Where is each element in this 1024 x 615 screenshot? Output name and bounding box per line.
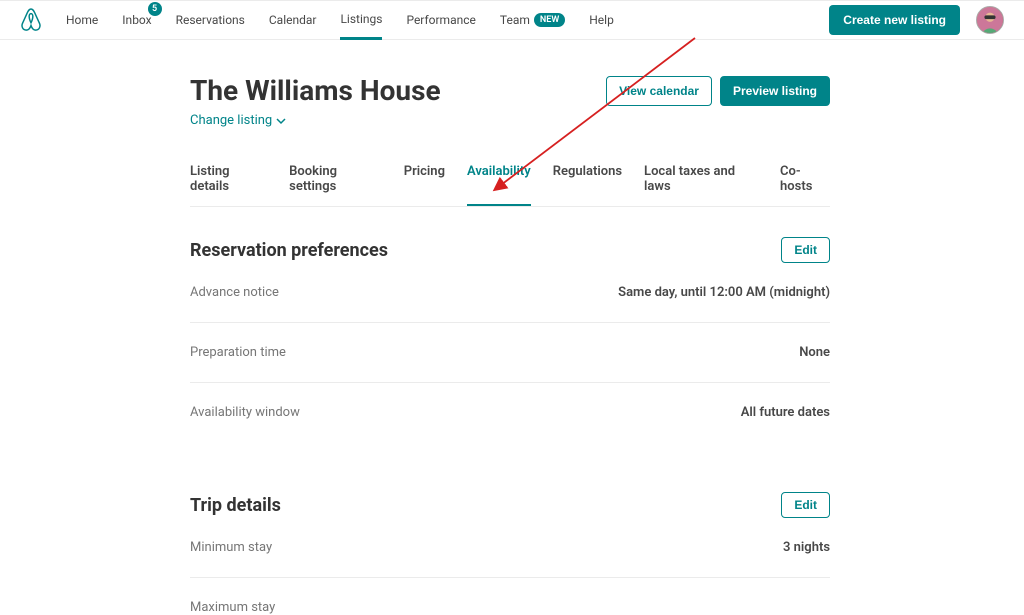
tab-local-taxes[interactable]: Local taxes and laws [644, 164, 758, 206]
trip-details-title: Trip details [190, 495, 281, 516]
nav-calendar[interactable]: Calendar [269, 0, 317, 40]
advance-notice-row: Advance notice Same day, until 12:00 AM … [190, 263, 830, 323]
tab-regulations[interactable]: Regulations [553, 164, 622, 206]
tab-booking-settings[interactable]: Booking settings [289, 164, 382, 206]
chevron-down-icon [276, 116, 286, 126]
topbar-right: Create new listing [829, 5, 1004, 35]
preparation-time-row: Preparation time None [190, 323, 830, 383]
header-buttons: View calendar Preview listing [606, 76, 830, 106]
avatar[interactable] [976, 6, 1004, 34]
minimum-stay-row: Minimum stay 3 nights [190, 518, 830, 578]
maximum-stay-label: Maximum stay [190, 600, 275, 615]
create-listing-button[interactable]: Create new listing [829, 5, 960, 35]
edit-reservation-preferences-button[interactable]: Edit [781, 237, 830, 263]
nav-team-label: Team [500, 13, 530, 27]
tab-pricing[interactable]: Pricing [404, 164, 445, 206]
trip-details-header: Trip details Edit [190, 492, 830, 518]
nav-help[interactable]: Help [589, 0, 614, 40]
view-calendar-button[interactable]: View calendar [606, 76, 712, 106]
listing-header: The Williams House Change listing View c… [190, 74, 830, 128]
edit-trip-details-button[interactable]: Edit [781, 492, 830, 518]
topbar: Home Inbox 5 Reservations Calendar Listi… [0, 0, 1024, 40]
main-content: The Williams House Change listing View c… [190, 74, 830, 615]
topbar-left: Home Inbox 5 Reservations Calendar Listi… [20, 0, 614, 40]
maximum-stay-row: Maximum stay [190, 578, 830, 615]
minimum-stay-label: Minimum stay [190, 540, 272, 555]
minimum-stay-value: 3 nights [783, 540, 830, 555]
inbox-badge: 5 [148, 2, 162, 16]
nav-team[interactable]: Team NEW [500, 0, 565, 40]
nav-performance[interactable]: Performance [406, 0, 475, 40]
airbnb-logo-icon [20, 8, 42, 32]
advance-notice-value: Same day, until 12:00 AM (midnight) [618, 285, 830, 300]
preparation-time-value: None [799, 345, 830, 360]
listing-header-left: The Williams House Change listing [190, 74, 441, 128]
reservation-preferences-section: Reservation preferences Edit Advance not… [190, 237, 830, 442]
change-listing-label: Change listing [190, 113, 272, 128]
new-pill: NEW [534, 13, 565, 27]
tab-co-hosts[interactable]: Co-hosts [780, 164, 830, 206]
main-nav: Home Inbox 5 Reservations Calendar Listi… [66, 0, 614, 40]
nav-home[interactable]: Home [66, 0, 98, 40]
advance-notice-label: Advance notice [190, 285, 279, 300]
preview-listing-button[interactable]: Preview listing [720, 76, 830, 106]
nav-inbox-label: Inbox [122, 13, 151, 27]
reservation-preferences-title: Reservation preferences [190, 240, 388, 261]
nav-inbox[interactable]: Inbox 5 [122, 0, 151, 40]
preparation-time-label: Preparation time [190, 345, 286, 360]
avatar-icon [977, 6, 1003, 34]
availability-window-label: Availability window [190, 405, 300, 420]
change-listing-link[interactable]: Change listing [190, 113, 441, 128]
page-title: The Williams House [190, 74, 441, 107]
nav-listings[interactable]: Listings [340, 0, 382, 40]
availability-window-row: Availability window All future dates [190, 383, 830, 442]
reservation-preferences-header: Reservation preferences Edit [190, 237, 830, 263]
listing-tabs: Listing details Booking settings Pricing… [190, 164, 830, 207]
nav-reservations[interactable]: Reservations [176, 0, 245, 40]
availability-window-value: All future dates [741, 405, 830, 420]
tab-availability[interactable]: Availability [467, 164, 531, 206]
brand-logo[interactable] [20, 8, 42, 32]
tab-listing-details[interactable]: Listing details [190, 164, 267, 206]
trip-details-section: Trip details Edit Minimum stay 3 nights … [190, 492, 830, 615]
